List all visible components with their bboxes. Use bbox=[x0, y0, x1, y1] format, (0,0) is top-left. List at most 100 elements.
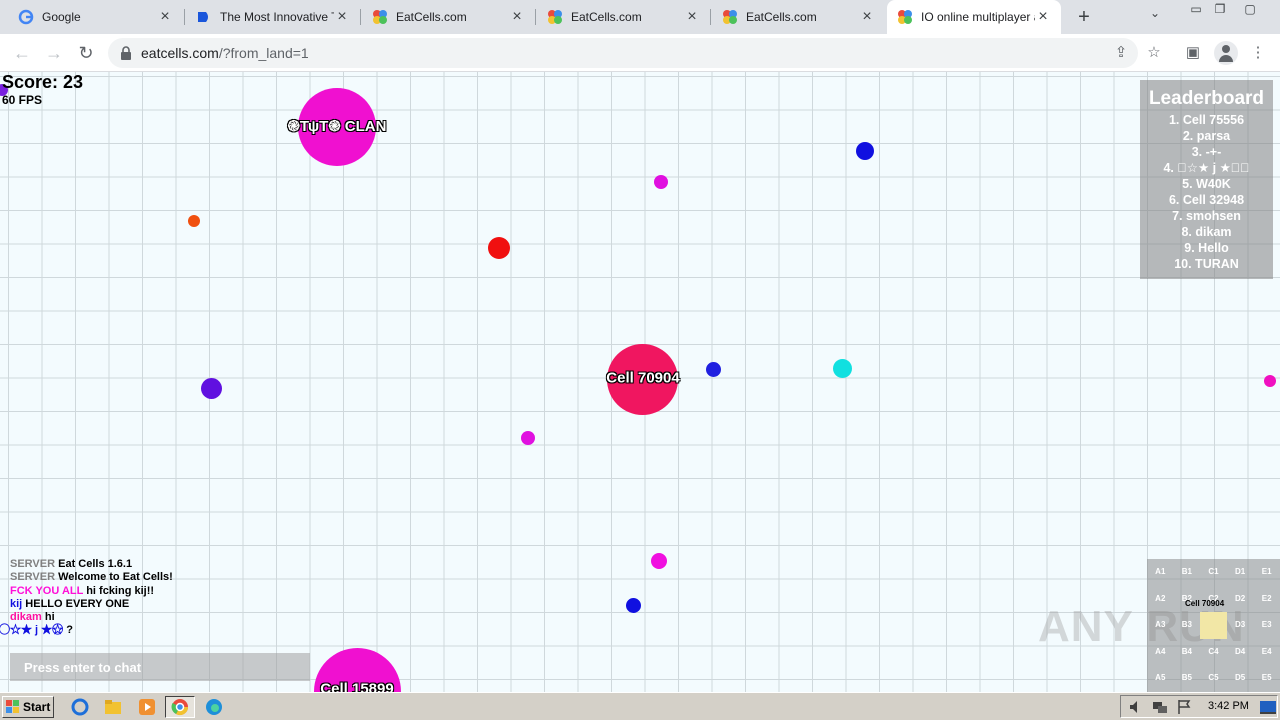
chat-message: kij HELLO EVERY ONE bbox=[10, 598, 173, 611]
ie-icon[interactable] bbox=[71, 698, 89, 716]
food-pellet bbox=[654, 175, 668, 189]
close-icon[interactable]: × bbox=[509, 8, 525, 26]
chat-input[interactable]: Press enter to chat bbox=[10, 653, 310, 681]
minimap-grid-label: A2 bbox=[1155, 593, 1166, 603]
minimap-grid-label: A5 bbox=[1155, 673, 1166, 683]
chat-message: SERVER Welcome to Eat Cells! bbox=[10, 571, 173, 584]
minimap-grid-label: A4 bbox=[1155, 646, 1166, 656]
minimap-player-marker bbox=[1200, 612, 1227, 639]
tab-separator bbox=[535, 9, 536, 25]
tab-eatcells-1[interactable]: EatCells.com × bbox=[362, 0, 535, 34]
minimap-grid-label: C1 bbox=[1208, 567, 1219, 576]
close-icon[interactable]: × bbox=[859, 8, 875, 26]
food-pellet bbox=[488, 237, 510, 259]
chat-sender: SERVER bbox=[10, 558, 56, 570]
windows-flag-icon bbox=[6, 700, 19, 713]
profile-avatar-icon[interactable] bbox=[1214, 41, 1238, 65]
minimap-grid-label: B4 bbox=[1181, 646, 1192, 656]
restore-icon[interactable]: ❐ bbox=[1208, 0, 1232, 20]
food-pellet bbox=[833, 359, 852, 378]
minimap-grid-label: E5 bbox=[1261, 673, 1272, 683]
back-arrow-icon[interactable]: ← bbox=[10, 41, 34, 65]
start-button[interactable]: Start bbox=[2, 696, 54, 718]
close-icon[interactable]: × bbox=[1035, 8, 1051, 26]
tab-google[interactable]: Google × bbox=[8, 0, 183, 34]
minimap-grid-label: D1 bbox=[1234, 567, 1246, 576]
score-display: Score: 23 bbox=[2, 72, 84, 92]
browser-toolbar: ← → ↻ eatcells.com/?from_land=1 ⇪ ☆ ▣ ⋮ bbox=[0, 34, 1280, 72]
enemy-cell-name: ֎ΤψΤ֎ CLAN bbox=[287, 118, 387, 135]
close-icon[interactable]: × bbox=[684, 8, 700, 26]
leaderboard-entry: 1. Cell 75556 bbox=[1168, 113, 1245, 127]
tab-eatcells-2[interactable]: EatCells.com × bbox=[537, 0, 710, 34]
chat-sender: ⃝☆★ j ★☆⃝ bbox=[10, 624, 64, 637]
minimap-grid-label: E3 bbox=[1261, 620, 1272, 630]
share-icon[interactable]: ⇪ bbox=[1112, 44, 1130, 62]
eatcells-icon bbox=[373, 10, 387, 24]
minimap-grid-label: B5 bbox=[1181, 673, 1192, 683]
player-cell-name: Cell 70904 bbox=[606, 369, 680, 387]
eatcells-icon bbox=[723, 10, 737, 24]
tab-title: EatCells.com bbox=[396, 10, 467, 24]
food-pellet bbox=[706, 362, 721, 377]
address-bar[interactable]: eatcells.com/?from_land=1 ⇪ bbox=[108, 38, 1138, 68]
folder-icon[interactable] bbox=[104, 698, 122, 716]
lock-icon[interactable] bbox=[120, 46, 132, 60]
chevron-down-icon[interactable]: ⌄ bbox=[1150, 6, 1160, 20]
reload-icon[interactable]: ↻ bbox=[74, 41, 98, 65]
food-pellet bbox=[651, 553, 667, 569]
chat-text: ? bbox=[66, 624, 73, 637]
tab-eatcells-3[interactable]: EatCells.com × bbox=[712, 0, 885, 34]
media-player-icon[interactable] bbox=[138, 698, 156, 716]
chrome-icon[interactable] bbox=[171, 698, 189, 716]
side-panel-icon[interactable]: ▣ bbox=[1183, 43, 1203, 63]
chat-sender: FCK YOU ALL bbox=[10, 584, 84, 597]
close-icon[interactable]: × bbox=[157, 8, 173, 26]
leaderboard-title: Leaderboard bbox=[1148, 88, 1265, 109]
show-desktop-icon[interactable] bbox=[1259, 698, 1277, 716]
minimap-grid-label: D2 bbox=[1234, 593, 1246, 603]
minimap-grid-label: A1 bbox=[1155, 567, 1166, 576]
star-icon[interactable]: ☆ bbox=[1144, 43, 1164, 63]
chat-sender: dikam bbox=[10, 611, 42, 624]
minimap-grid-label: B1 bbox=[1181, 567, 1192, 576]
close-icon[interactable]: × bbox=[334, 8, 350, 26]
url-host: eatcells.com bbox=[141, 45, 219, 61]
url-path: /?from_land=1 bbox=[218, 45, 309, 61]
game-canvas[interactable]: Cell 70904 ֎ΤψΤ֎ CLAN Cell 15899 Score: … bbox=[0, 72, 1280, 692]
leaderboard-entry: 5. W40K bbox=[1182, 177, 1231, 191]
minimap-grid-label: E2 bbox=[1261, 593, 1272, 603]
tab-io-multiplayer[interactable]: IO online multiplayer ar × bbox=[887, 0, 1061, 34]
leaderboard-entry: 10. TURAN bbox=[1174, 257, 1239, 271]
tab-strip: Google × The Most Innovative Tr × EatCel… bbox=[0, 0, 1280, 34]
new-tab-button[interactable]: + bbox=[1071, 4, 1097, 30]
leaderboard: Leaderboard 1. Cell 75556 2. parsa 3. -+… bbox=[1140, 80, 1273, 279]
menu-kebab-icon[interactable]: ⋮ bbox=[1248, 43, 1268, 63]
chat-text: Welcome to Eat Cells! bbox=[58, 571, 173, 584]
leaderboard-entry: 2. parsa bbox=[1182, 129, 1231, 143]
leaderboard-entry: 7. smohsen bbox=[1172, 209, 1241, 223]
minimap-player-label: Cell 70904 bbox=[1185, 599, 1225, 608]
minimize-icon[interactable]: ▭ bbox=[1184, 0, 1208, 20]
volume-icon[interactable] bbox=[1127, 698, 1145, 716]
google-icon bbox=[18, 9, 34, 25]
minimap-grid-label: C4 bbox=[1208, 646, 1219, 656]
window-close-icon[interactable]: ▢ bbox=[1238, 0, 1262, 20]
chat-text: HELLO EVERY ONE bbox=[25, 597, 130, 610]
eatcells-icon bbox=[898, 10, 912, 24]
forward-arrow-icon[interactable]: → bbox=[42, 41, 66, 65]
chat-message: dikam hi bbox=[10, 611, 173, 624]
tab-innovative[interactable]: The Most Innovative Tr × bbox=[186, 0, 360, 34]
network-icon[interactable] bbox=[1151, 698, 1169, 716]
minimap: E5D5C5B5A5E4D4C4B4A4E3D3C3B3A3E2D2C2B2A2… bbox=[1147, 559, 1280, 692]
edge-icon[interactable] bbox=[205, 698, 223, 716]
leaderboard-entry: 8. dikam bbox=[1181, 225, 1232, 239]
taskbar: Start 3:42 PM bbox=[0, 692, 1280, 720]
tab-separator bbox=[184, 9, 185, 25]
fps-display: 60 FPS bbox=[2, 93, 43, 107]
tab-separator bbox=[710, 9, 711, 25]
food-pellet bbox=[201, 378, 222, 399]
url-text: eatcells.com/?from_land=1 bbox=[141, 45, 309, 61]
chat-sender: kij bbox=[10, 597, 23, 610]
flag-icon[interactable] bbox=[1176, 698, 1194, 716]
